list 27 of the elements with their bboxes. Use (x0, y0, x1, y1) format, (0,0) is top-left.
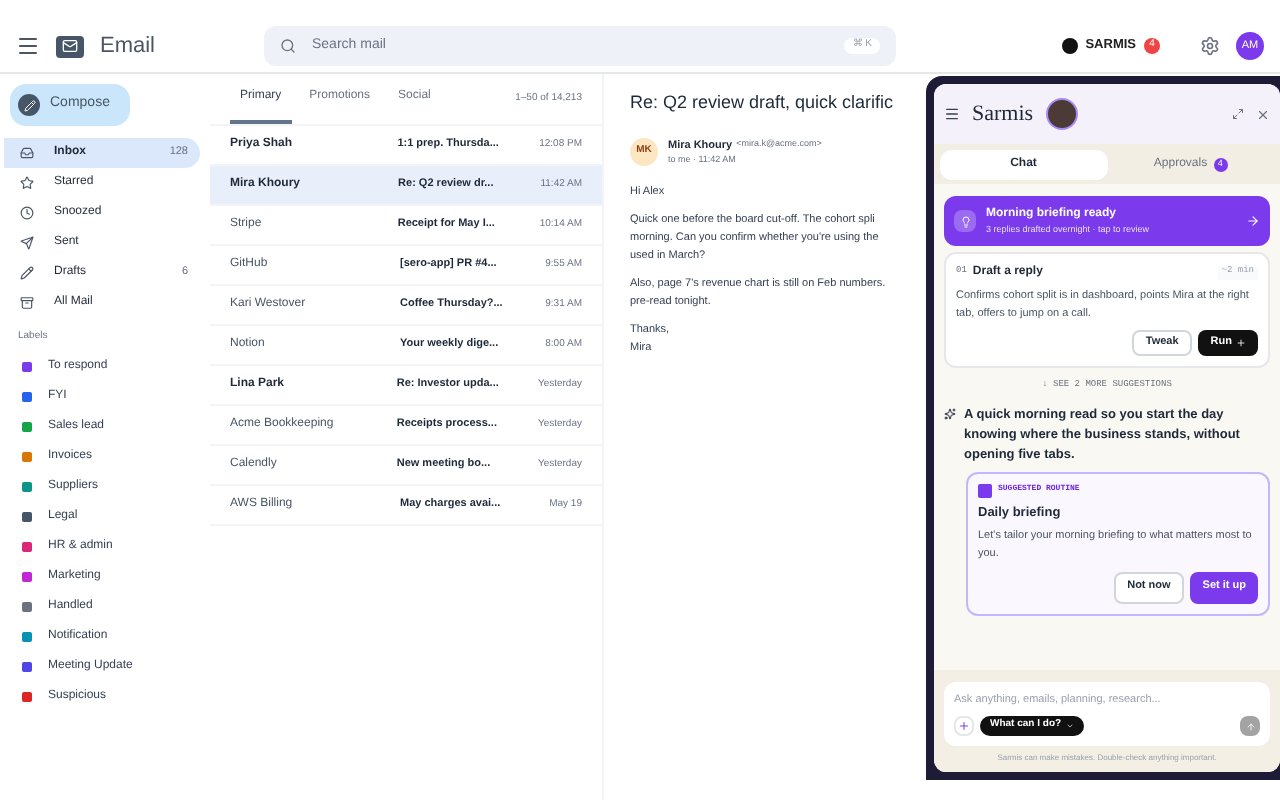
clock-icon (20, 206, 34, 220)
archive-icon (20, 296, 34, 310)
mail-logo-icon (56, 35, 84, 57)
pencil-icon (20, 266, 34, 280)
arrow-up-icon (1245, 721, 1255, 731)
bulb-icon (954, 210, 976, 232)
assistant-title: Sarmis (972, 99, 1034, 130)
add-button[interactable] (954, 716, 974, 736)
assistant-logo-icon (1061, 38, 1078, 54)
pencil-icon (18, 94, 40, 116)
close-icon[interactable] (1256, 107, 1270, 121)
send-button[interactable] (1240, 716, 1260, 736)
plus-icon (958, 720, 970, 732)
arrow-right-icon (1246, 214, 1260, 228)
plus-icon (1236, 338, 1246, 348)
avatar-placeholder (1045, 98, 1078, 130)
send-icon (20, 236, 34, 250)
sparkle-icon (944, 407, 956, 420)
email-subject: Re: Q2 review draft, quick clarific (630, 90, 894, 116)
routine-icon (978, 483, 992, 498)
inbox-icon (20, 146, 34, 160)
menu-icon[interactable] (16, 34, 40, 58)
star-icon (20, 176, 34, 190)
search-icon (280, 38, 296, 54)
app-title: Email (100, 31, 156, 62)
settings-icon[interactable] (1200, 36, 1220, 56)
menu-icon[interactable] (944, 106, 960, 122)
